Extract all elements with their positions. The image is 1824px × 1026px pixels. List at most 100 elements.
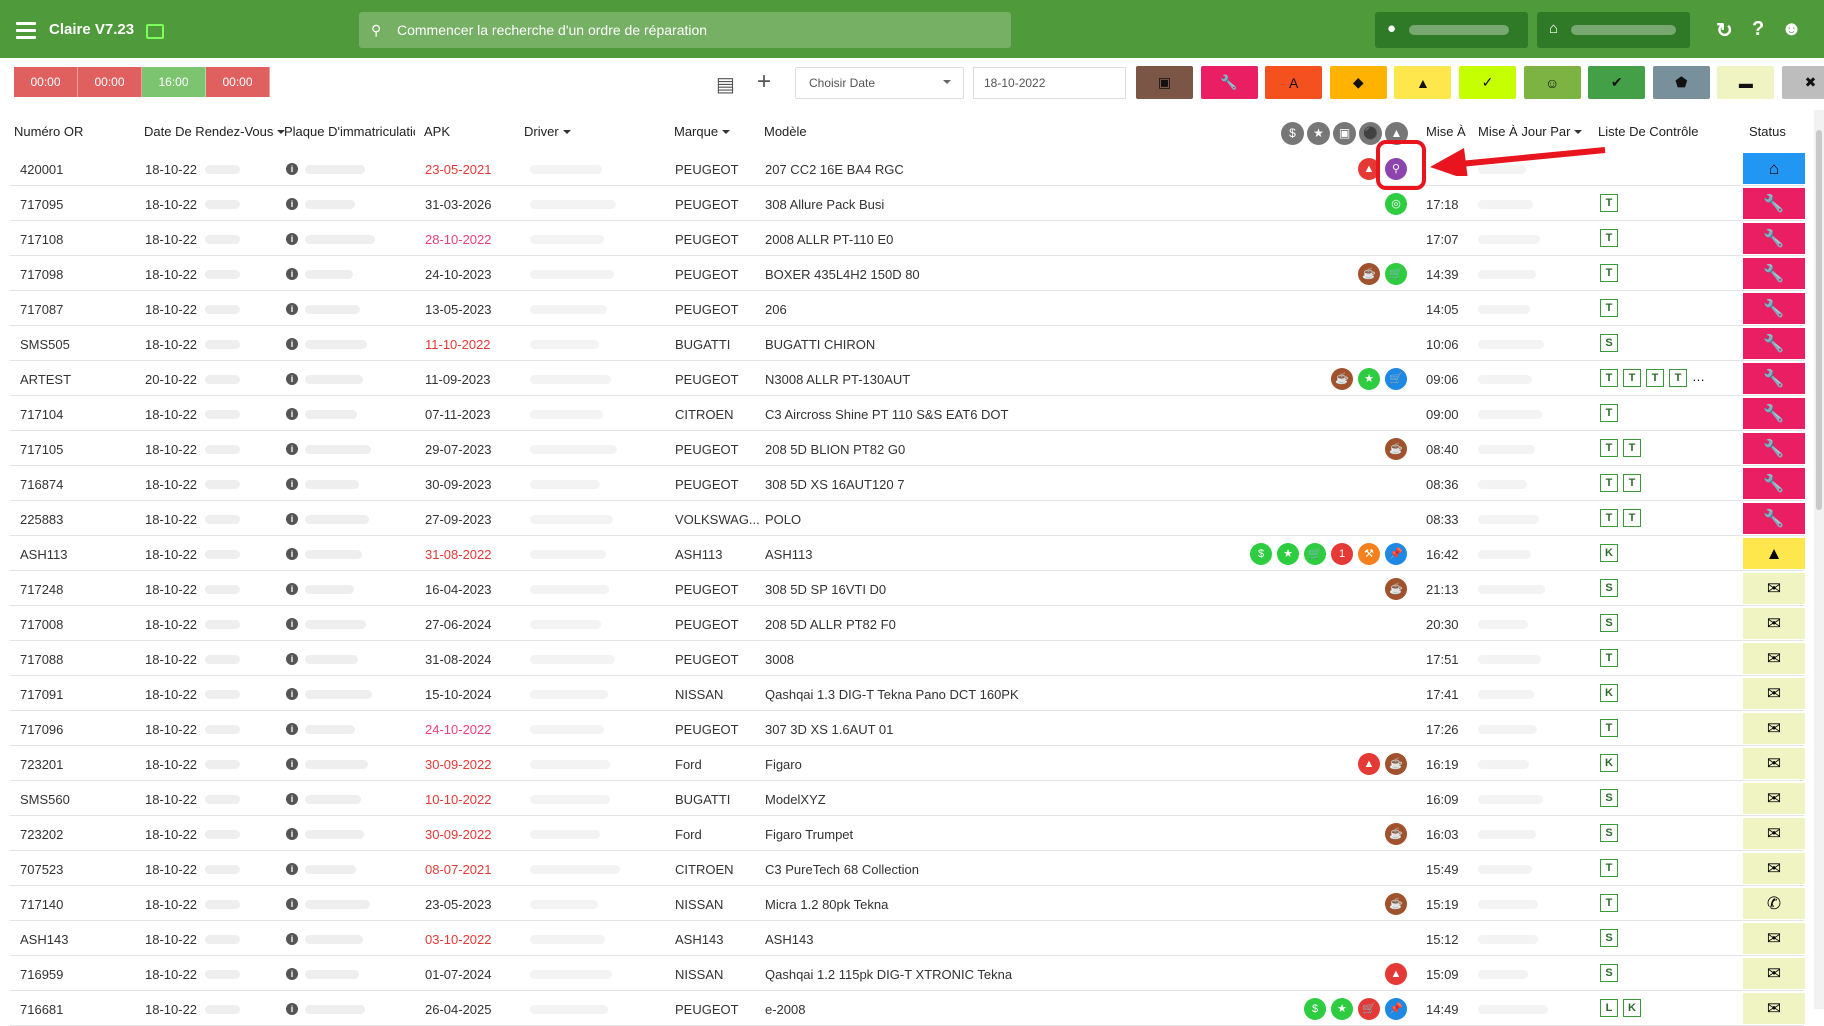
scrollbar-thumb[interactable] [1816,130,1822,510]
checklist-item[interactable]: T [1600,404,1618,422]
status-badge[interactable]: ✆ [1743,888,1805,919]
status-badge[interactable]: 🔧 [1743,468,1805,499]
status-badge[interactable]: 🔧 [1743,363,1805,394]
header-date[interactable]: Date De Rendez-Vous [144,124,286,139]
checklist-item[interactable]: K [1600,754,1618,772]
checklist-item[interactable]: K [1600,544,1618,562]
info-icon[interactable]: i [286,408,298,420]
table-row[interactable]: 716874 18-10-22 i 30-09-2023 PEUGEOT 308 5D X… [0,466,1824,501]
header-numero[interactable]: Numéro OR [14,124,83,139]
chart-icon[interactable]: ▤ [716,72,735,97]
table-row[interactable]: 717108 18-10-22 i 28-10-2022 PEUGEOT 2008 ALL… [0,221,1824,256]
row-indicator-icon[interactable]: $ [1250,543,1272,565]
row-indicator-icon[interactable]: 🛒 [1358,998,1380,1020]
table-row[interactable]: ARTEST 20-10-22 i 11-09-2023 PEUGEOT N3008 AL… [0,361,1824,396]
header-marque[interactable]: Marque [674,124,731,139]
filter-button[interactable]: ▲ [1394,66,1452,99]
scrollbar[interactable] [1814,110,1824,1009]
info-icon[interactable]: i [286,443,298,455]
table-row[interactable]: 717104 18-10-22 i 07-11-2023 CITROEN C3 Aircr… [0,396,1824,431]
row-indicator-icon[interactable]: 📌 [1385,543,1407,565]
table-row[interactable]: 723202 18-10-22 i 30-09-2022 Ford Figaro Trum… [0,816,1824,851]
checklist-item[interactable]: S [1600,789,1618,807]
table-row[interactable]: 716959 18-10-22 i 01-07-2024 NISSAN Qashqai 1… [0,956,1824,991]
status-badge[interactable]: ✉ [1743,643,1805,674]
checklist-item[interactable]: S [1600,579,1618,597]
row-indicator-icon[interactable]: ☕ [1385,823,1407,845]
checklist-item[interactable]: S [1600,929,1618,947]
info-icon[interactable]: i [286,198,298,210]
checklist-item[interactable]: T [1600,229,1618,247]
checklist-item[interactable]: T [1600,369,1618,387]
time-slot[interactable]: 16:00 [142,67,206,97]
info-icon[interactable]: i [286,478,298,490]
header-apk[interactable]: APK [424,124,450,139]
filter-button[interactable]: ☺ [1523,66,1581,99]
header-status[interactable]: Status [1749,124,1786,139]
table-row[interactable]: 717087 18-10-22 i 13-05-2023 PEUGEOT 206 14:05… [0,291,1824,326]
status-badge[interactable]: ✉ [1743,783,1805,814]
table-row[interactable]: 717095 18-10-22 i 31-03-2026 PEUGEOT 308 Allu… [0,186,1824,221]
row-indicator-icon[interactable]: ☕ [1358,263,1380,285]
checklist-item[interactable]: T [1600,719,1618,737]
info-icon[interactable]: i [286,163,298,175]
checklist-item[interactable]: T [1623,439,1641,457]
header-modele[interactable]: Modèle [764,124,807,139]
info-icon[interactable]: i [286,688,298,700]
row-indicator-icon[interactable]: $ [1304,998,1326,1020]
cart-icon[interactable]: ▣ [1333,122,1356,145]
refresh-icon[interactable]: ↻ [1716,18,1733,43]
star-icon[interactable]: ★ [1307,122,1330,145]
search-input[interactable]: Commencer la recherche d'un ordre de rép… [397,22,707,38]
info-icon[interactable]: i [286,618,298,630]
row-indicator-icon[interactable]: ▲ [1385,963,1407,985]
checklist-item[interactable]: S [1600,334,1618,352]
filter-button[interactable]: ▬ [1717,66,1775,99]
help-icon[interactable]: ? [1752,18,1764,41]
checklist-item[interactable]: T [1646,369,1664,387]
time-slot[interactable]: 00:00 [78,67,142,97]
checklist-item[interactable]: L [1600,999,1618,1017]
status-badge[interactable]: ✉ [1743,573,1805,604]
checklist-item[interactable]: T [1600,474,1618,492]
branch-selector[interactable]: ⌂ [1537,12,1690,48]
time-slot[interactable]: 00:00 [206,67,270,97]
info-icon[interactable]: i [286,758,298,770]
status-badge[interactable]: ✉ [1743,713,1805,744]
status-badge[interactable]: 🔧 [1743,433,1805,464]
row-indicator-icon[interactable]: 🛒 [1385,263,1407,285]
status-badge[interactable]: ✉ [1743,818,1805,849]
filter-button[interactable]: A [1265,66,1323,99]
info-icon[interactable]: i [286,933,298,945]
row-indicator-icon[interactable]: ☕ [1385,753,1407,775]
table-row[interactable]: 717098 18-10-22 i 24-10-2023 PEUGEOT BOXER 43… [0,256,1824,291]
filter-button[interactable]: 🔧 [1200,66,1258,99]
row-indicator-icon[interactable]: ★ [1331,998,1353,1020]
add-icon[interactable]: + [757,68,771,96]
menu-icon[interactable] [16,22,36,39]
checklist-item[interactable]: T [1623,369,1641,387]
checklist-item[interactable]: K [1600,684,1618,702]
status-badge[interactable]: ✉ [1743,748,1805,779]
status-badge[interactable]: 🔧 [1743,223,1805,254]
dollar-icon[interactable]: $ [1281,122,1304,145]
row-indicator-icon[interactable]: 1 [1331,543,1353,565]
row-indicator-icon[interactable]: ☕ [1385,893,1407,915]
row-indicator-icon[interactable]: 📌 [1385,998,1407,1020]
cast-icon[interactable] [146,24,164,39]
info-icon[interactable]: i [286,1003,298,1015]
checklist-item[interactable]: S [1600,964,1618,982]
info-icon[interactable]: i [286,233,298,245]
search-bar[interactable]: ⚲ Commencer la recherche d'un ordre de r… [359,12,1011,48]
filter-button[interactable]: ◆ [1329,66,1387,99]
table-row[interactable]: 717140 18-10-22 i 23-05-2023 NISSAN Micra 1.2… [0,886,1824,921]
time-slot[interactable]: 00:00 [14,67,78,97]
checklist-item[interactable]: S [1600,614,1618,632]
table-row[interactable]: 723201 18-10-22 i 30-09-2022 Ford Figaro ▲ ☕ 16:… [0,746,1824,781]
checklist-item[interactable]: T [1669,369,1687,387]
checklist-item[interactable]: T [1600,509,1618,527]
info-icon[interactable]: i [286,653,298,665]
filter-button[interactable]: ▣ [1136,66,1193,99]
row-indicator-icon[interactable]: ★ [1358,368,1380,390]
table-row[interactable]: 717091 18-10-22 i 15-10-2024 NISSAN Qashqai 1… [0,676,1824,711]
